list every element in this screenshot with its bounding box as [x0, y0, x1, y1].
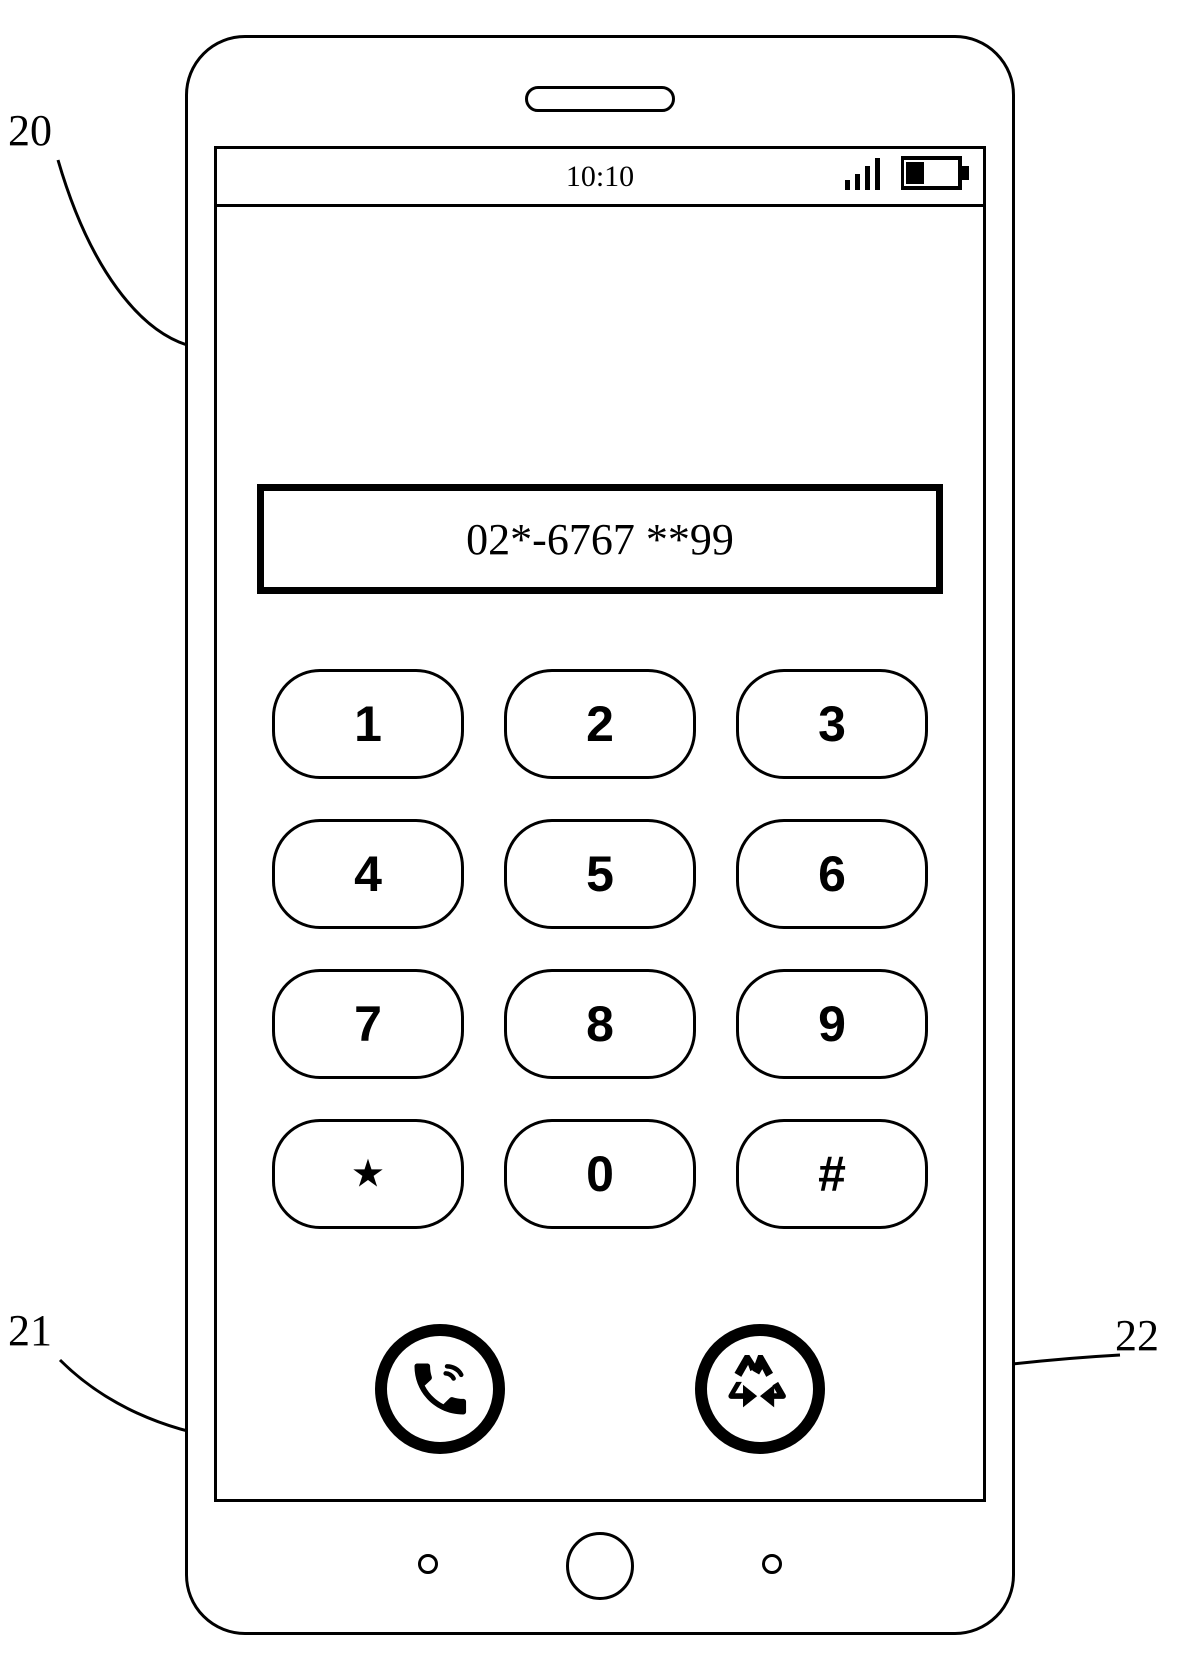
key-6[interactable]: 6 [736, 819, 928, 929]
status-time: 10:10 [566, 160, 634, 194]
number-display: 02*-6767 **99 [257, 484, 943, 594]
key-8[interactable]: 8 [504, 969, 696, 1079]
entered-number: 02*-6767 **99 [466, 514, 734, 565]
phone-screen: 10:10 [214, 146, 986, 1502]
nav-dot-right [762, 1554, 782, 1574]
nav-dot-left [418, 1554, 438, 1574]
key-2[interactable]: 2 [504, 669, 696, 779]
status-bar: 10:10 [217, 149, 983, 207]
call-button[interactable] [375, 1324, 505, 1454]
recycle-icon [726, 1355, 794, 1423]
key-1[interactable]: 1 [272, 669, 464, 779]
home-button[interactable] [566, 1532, 634, 1600]
speaker-slot [525, 86, 675, 112]
key-4[interactable]: 4 [272, 819, 464, 929]
callout-label-21: 21 [8, 1305, 52, 1356]
key-5[interactable]: 5 [504, 819, 696, 929]
signal-icon [845, 156, 891, 198]
phone-device: 10:10 [185, 35, 1015, 1635]
action-row [217, 1314, 983, 1464]
key-0[interactable]: 0 [504, 1119, 696, 1229]
phone-icon [406, 1355, 474, 1423]
callout-label-20: 20 [8, 105, 52, 156]
key-9[interactable]: 9 [736, 969, 928, 1079]
battery-icon [901, 155, 971, 199]
key-7[interactable]: 7 [272, 969, 464, 1079]
recycle-button[interactable] [695, 1324, 825, 1454]
key-star[interactable]: ★ [272, 1119, 464, 1229]
callout-label-22: 22 [1115, 1310, 1159, 1361]
key-hash[interactable]: # [736, 1119, 928, 1229]
keypad: 1 2 3 4 5 6 7 8 9 ★ 0 # [272, 669, 928, 1229]
key-3[interactable]: 3 [736, 669, 928, 779]
